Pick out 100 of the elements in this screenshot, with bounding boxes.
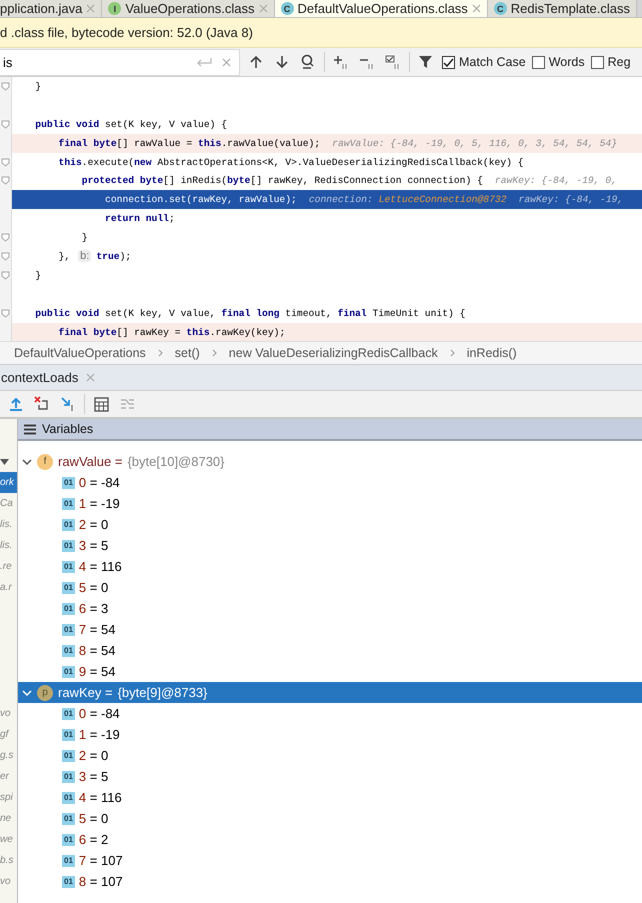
variable-row[interactable]: p rawKey = {byte[9]@8733}	[18, 682, 642, 704]
close-icon[interactable]	[86, 4, 96, 13]
search-field[interactable]: is	[3, 54, 186, 70]
array-element[interactable]: 2 = 0	[78, 748, 108, 764]
array-element[interactable]: 5 = 0	[78, 811, 108, 826]
class-icon: C	[494, 2, 507, 15]
option-label: Match Case	[459, 55, 526, 69]
primitive-icon: 01	[62, 540, 75, 552]
chevron-icon	[158, 349, 163, 358]
decompiled-notice: d .class file, bytecode version: 52.0 (Java 8)	[0, 25, 253, 40]
fold-icon[interactable]	[1, 120, 10, 129]
code-text: connection.set(rawKey, rawValue);	[104, 194, 297, 206]
menu-icon[interactable]	[24, 424, 36, 435]
primitive-icon: 01	[62, 834, 75, 846]
code-text: true);	[96, 250, 132, 262]
editor-tab[interactable]: pplication.java	[0, 0, 102, 17]
close-icon[interactable]	[86, 373, 96, 382]
array-element[interactable]: 3 = 5	[78, 538, 108, 554]
debug-tab[interactable]: contextLoads	[1, 370, 78, 386]
checkbox[interactable]	[590, 56, 604, 68]
primitive-icon: 01	[62, 518, 75, 531]
parameter-hint: b:	[78, 250, 92, 262]
primitive-icon: 01	[62, 560, 75, 573]
array-element[interactable]: 7 = 107	[78, 853, 123, 868]
stack-frame[interactable]: ork	[0, 472, 17, 494]
editor-tab[interactable]: C RedisTemplate.class	[488, 0, 638, 17]
tab-label: RedisTemplate.class	[510, 1, 630, 16]
tab-label: ValueOperations.class	[125, 1, 254, 16]
class-icon: C	[280, 2, 294, 15]
fold-icon[interactable]	[1, 82, 10, 91]
breadcrumb[interactable]: inRedis()	[466, 346, 517, 360]
breadcrumb[interactable]: new ValueDeserializingRedisCallback	[228, 346, 438, 360]
chevron-icon[interactable]	[22, 456, 32, 467]
variable-icon: p	[37, 684, 53, 701]
primitive-icon: 01	[62, 498, 75, 510]
primitive-icon: 01	[62, 854, 75, 867]
breadcrumb[interactable]: DefaultValueOperations	[14, 346, 146, 360]
inline-hint: rawKey: {-84, -19,	[518, 194, 624, 206]
variable-value: {byte[9]@8733}	[118, 685, 208, 700]
array-element[interactable]: 3 = 5	[78, 769, 108, 784]
primitive-icon: 01	[62, 708, 75, 720]
code-text: public void set(K key, V value) {	[34, 118, 228, 130]
array-element[interactable]: 0 = -84	[78, 706, 120, 722]
clear-icon[interactable]	[222, 58, 231, 66]
breadcrumb[interactable]: set()	[174, 346, 200, 360]
array-element[interactable]: 6 = 3	[78, 601, 108, 616]
array-element[interactable]: 7 = 54	[78, 622, 116, 638]
code-text: }	[34, 270, 42, 281]
variable-text: rawKey =	[58, 685, 113, 700]
array-element[interactable]: 2 = 0	[78, 517, 108, 532]
primitive-icon: 01	[62, 666, 75, 678]
array-element[interactable]: 5 = 0	[78, 580, 108, 596]
tab-label: pplication.java	[0, 1, 82, 16]
primitive-icon: 01	[62, 812, 75, 825]
code-text: final byte[] rawValue = this.rawValue(value);	[58, 138, 320, 149]
chevron-icon[interactable]	[22, 688, 32, 698]
editor-tab[interactable]: C DefaultValueOperations.class	[274, 0, 488, 17]
close-icon[interactable]	[472, 4, 481, 13]
close-icon[interactable]	[258, 4, 268, 13]
variable-row[interactable]: f rawValue = {byte[10]@8730}	[18, 451, 642, 472]
editor-tab[interactable]: I ValueOperations.class	[102, 0, 274, 17]
array-element[interactable]: 4 = 116	[78, 559, 122, 574]
variable-icon: f	[37, 454, 53, 470]
array-element[interactable]: 8 = 107	[78, 874, 123, 890]
code-text: }	[80, 232, 88, 244]
dropdown-caret-icon[interactable]	[0, 458, 9, 465]
primitive-icon: 01	[62, 644, 75, 657]
primitive-icon: 01	[62, 876, 75, 888]
primitive-icon: 01	[62, 770, 75, 783]
search-box[interactable]: is	[0, 48, 240, 76]
array-element[interactable]: 8 = 54	[78, 643, 116, 658]
array-element[interactable]: 9 = 54	[78, 664, 116, 680]
primitive-icon: 01	[62, 792, 75, 804]
array-element[interactable]: 1 = -19	[78, 496, 120, 512]
variable-text: rawValue =	[58, 454, 122, 470]
code-text: protected byte[] inRedis(byte[] rawKey, RedisConnection connection) {	[80, 175, 483, 186]
array-element[interactable]: 6 = 2	[78, 832, 108, 848]
array-element[interactable]: 4 = 116	[78, 790, 122, 806]
chevron-icon	[212, 349, 217, 358]
code-text: },	[58, 250, 70, 262]
primitive-icon: 01	[62, 476, 75, 489]
code-text: public void set(K key, V value, final long timeout, final TimeUnit unit) {	[34, 308, 466, 319]
array-element[interactable]: 1 = -19	[78, 727, 120, 742]
array-element[interactable]: 0 = -84	[78, 475, 120, 490]
option-label: Reg	[608, 55, 631, 69]
primitive-icon: 01	[62, 582, 75, 594]
primitive-icon: 01	[62, 624, 75, 636]
inline-hint: rawKey: {-84, -19, 0,	[494, 175, 618, 186]
enter-icon	[196, 57, 212, 67]
inline-hint: rawValue: {-84, -19, 0, 5, 116, 0, 3, 54, 54, 54}	[332, 138, 618, 149]
panel-title: Variables	[42, 422, 94, 436]
tab-label: DefaultValueOperations.class	[298, 1, 468, 16]
checkbox[interactable]	[442, 56, 455, 68]
inline-hint: connection: LettuceConnection@8732	[308, 194, 507, 206]
code-text: }	[34, 80, 42, 92]
fold-icon[interactable]	[1, 158, 10, 166]
fold-icon[interactable]	[1, 308, 10, 318]
primitive-icon: 01	[62, 602, 75, 615]
primitive-icon: 01	[62, 750, 75, 762]
checkbox[interactable]	[532, 56, 545, 68]
